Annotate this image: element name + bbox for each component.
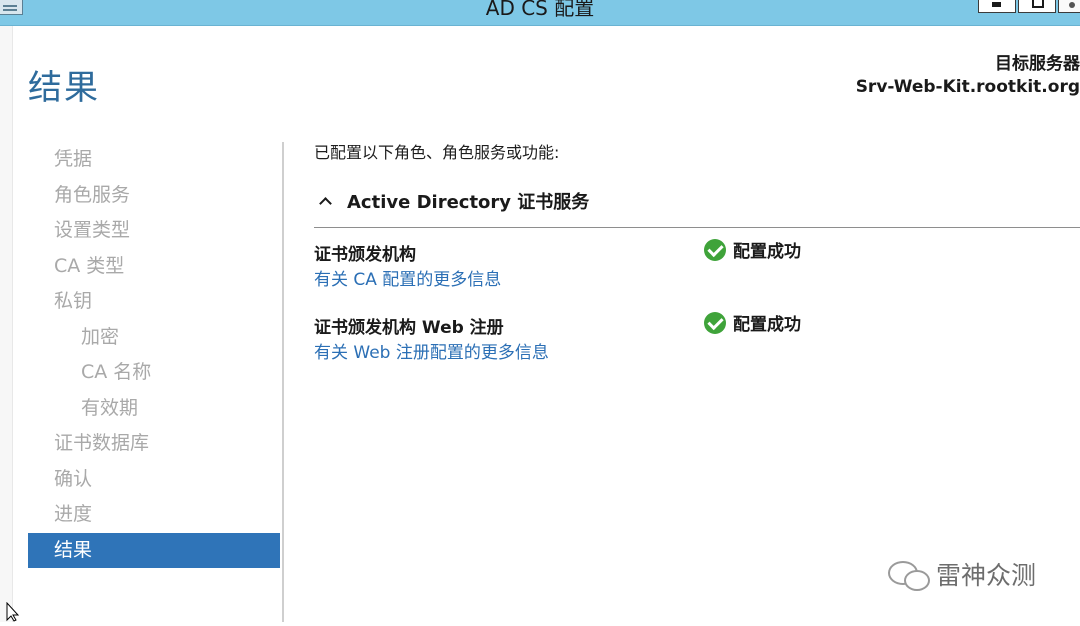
status: 配置成功 [704,310,801,335]
window-title: AD CS 配置 [485,0,595,20]
nav-item-private-key[interactable]: 私钥 [28,284,280,320]
section-header[interactable]: Active Directory 证书服务 [314,184,1080,218]
maximize-button[interactable] [1018,0,1056,13]
nav-item-role-services[interactable]: 角色服务 [28,178,280,214]
feature-name: 证书颁发机构 Web 注册 [314,318,504,338]
more-info-link[interactable]: 有关 CA 配置的更多信息 [314,265,501,290]
page-title: 结果 [28,68,100,108]
title-bar: AD CS 配置 [0,0,1080,26]
intro-text: 已配置以下角色、角色服务或功能: [314,143,560,162]
success-check-icon [704,238,726,261]
status-text: 配置成功 [733,315,801,335]
nav-item-cryptography[interactable]: 加密 [28,320,280,356]
wizard-nav: 凭据 角色服务 设置类型 CA 类型 私钥 加密 CA 名称 有效期 证书数据库… [28,142,280,568]
nav-item-setup-type[interactable]: 设置类型 [28,213,280,249]
status: 配置成功 [704,237,801,262]
chevron-up-icon[interactable] [318,194,332,208]
result-row: 证书颁发机构 有关 CA 配置的更多信息 配置成功 [314,237,1080,313]
nav-item-certificate-database[interactable]: 证书数据库 [28,426,280,462]
nav-item-results[interactable]: 结果 [28,532,280,568]
feature-name: 证书颁发机构 [314,245,416,265]
more-info-link[interactable]: 有关 Web 注册配置的更多信息 [314,338,549,363]
section-title: Active Directory 证书服务 [347,192,590,213]
mouse-cursor-icon [6,601,24,622]
minimize-button[interactable] [978,0,1016,13]
watermark-text: 雷神众测 [936,561,1037,590]
result-row: 证书颁发机构 Web 注册 有关 Web 注册配置的更多信息 配置成功 [314,310,1080,386]
nav-item-progress[interactable]: 进度 [28,497,280,533]
wechat-logo-icon [886,557,930,591]
watermark: 雷神众测 [886,556,1036,592]
nav-divider [282,142,284,622]
target-server-label: 目标服务器 [995,54,1080,74]
nav-item-ca-name[interactable]: CA 名称 [28,355,280,391]
target-server-name: Srv-Web-Kit.rootkit.org [855,77,1080,97]
nav-item-credentials[interactable]: 凭据 [28,142,280,178]
nav-item-confirmation[interactable]: 确认 [28,462,280,498]
status-text: 配置成功 [733,242,801,262]
nav-item-validity-period[interactable]: 有效期 [28,391,280,427]
window-left-edge [0,26,13,622]
success-check-icon [704,311,726,334]
close-button[interactable] [1058,0,1080,13]
section-divider [314,227,1080,228]
results-panel: 已配置以下角色、角色服务或功能: Active Directory 证书服务 证… [314,140,1080,386]
nav-item-ca-type[interactable]: CA 类型 [28,249,280,285]
